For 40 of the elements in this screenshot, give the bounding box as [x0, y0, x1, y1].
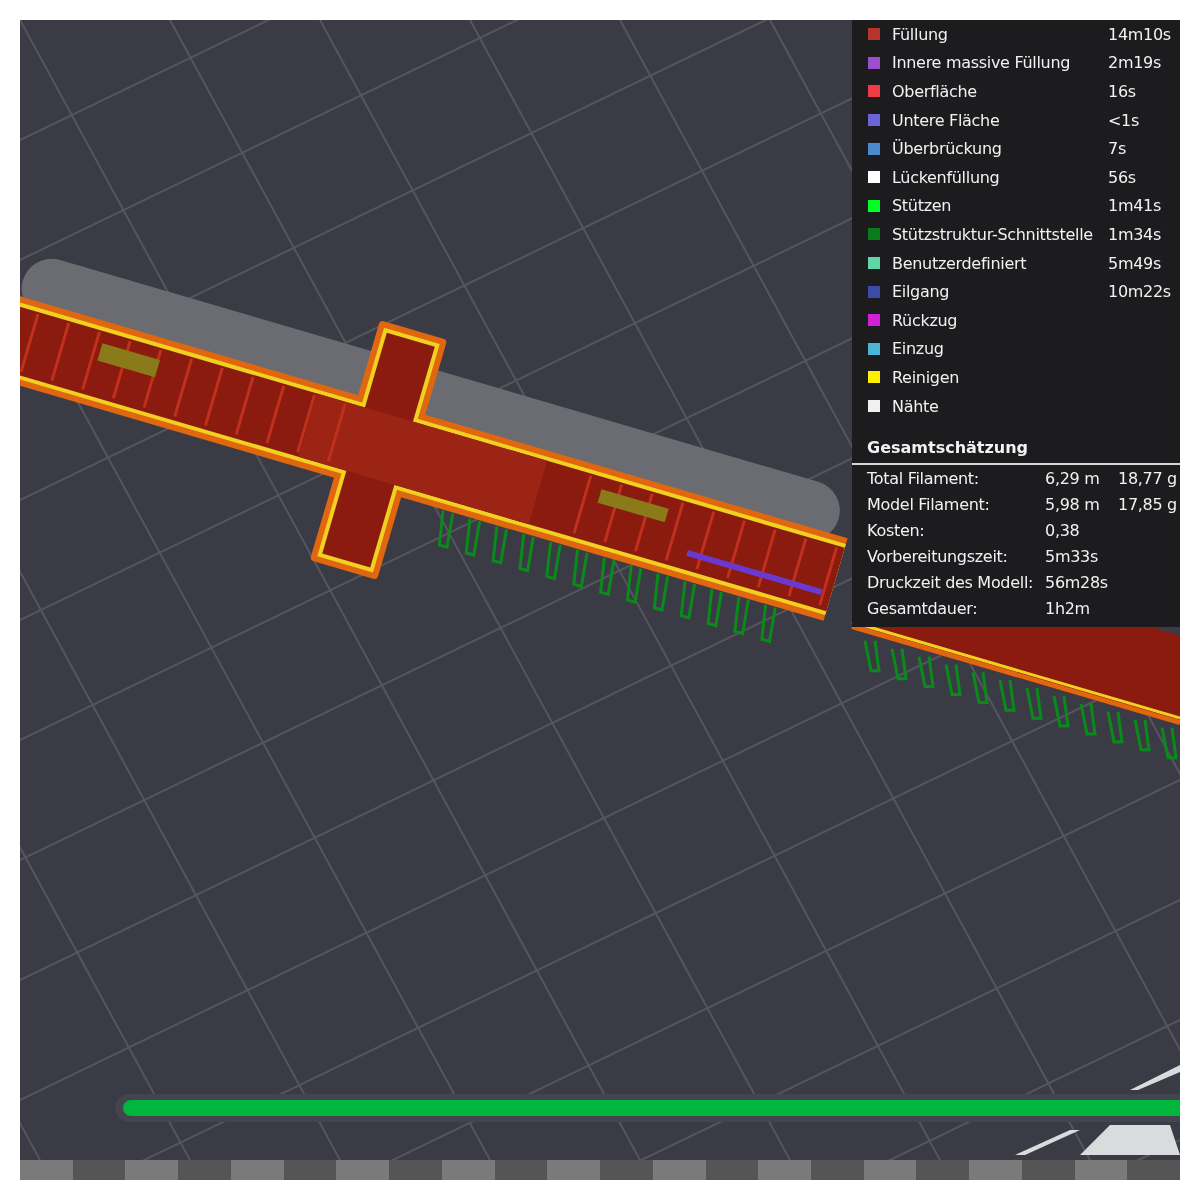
- legend-label: Einzug: [892, 339, 945, 359]
- estimate-value: 5m33s: [1045, 546, 1099, 566]
- legend-time: <1s: [1108, 110, 1141, 130]
- estimate-value: 0,38: [1045, 520, 1081, 540]
- legend-time: 7s: [1108, 139, 1127, 159]
- legend-label: Eilgang: [892, 282, 951, 302]
- estimate-label: Vorbereitungszeit:: [867, 546, 1009, 566]
- estimate-value: 1h2m: [1045, 598, 1091, 618]
- legend-time: 56s: [1108, 167, 1137, 187]
- estimate-label: Druckzeit des Modell:: [867, 572, 1035, 592]
- estimate-label: Model Filament:: [867, 494, 991, 514]
- legend-time: 1m41s: [1108, 196, 1162, 216]
- estimate-value: 18,77 g: [1118, 468, 1178, 488]
- legend-label: Oberfläche: [892, 82, 978, 101]
- legend-time: 2m19s: [1108, 53, 1162, 73]
- legend-label: Rückzug: [892, 310, 959, 330]
- legend-label: Überbrückung: [892, 139, 1003, 159]
- legend-time: 16s: [1108, 82, 1137, 101]
- legend-label: Untere Fläche: [892, 110, 1001, 130]
- estimate-value: 17,85 g: [1118, 494, 1178, 514]
- estimate-label: Total Filament:: [867, 468, 980, 488]
- legend-time: 14m10s: [1108, 24, 1172, 44]
- estimate-heading: Gesamtschätzung: [852, 428, 1180, 466]
- legend-time: 1m34s: [1108, 224, 1162, 244]
- estimate-value: 56m28s: [1045, 572, 1109, 592]
- legend-label: Stützstruktur-Schnittstelle: [892, 224, 1094, 244]
- estimate-label: Kosten:: [867, 520, 926, 540]
- estimate-value: 5,98 m: [1045, 494, 1101, 514]
- legend-label: Reinigen: [892, 367, 960, 387]
- legend-label: Nähte: [892, 396, 940, 416]
- estimate-label: Gesamtdauer:: [867, 598, 979, 618]
- legend-label: Füllung: [892, 24, 949, 44]
- legend-label: Lückenfüllung: [892, 167, 1001, 187]
- legend-label: Innere massive Füllung: [892, 53, 1072, 73]
- estimate-value: 6,29 m: [1045, 468, 1101, 488]
- legend-time: 5m49s: [1108, 253, 1162, 273]
- legend-label: Stützen: [892, 196, 953, 216]
- layer-slider[interactable]: [115, 1094, 1180, 1122]
- legend-label: Benutzerdefiniert: [892, 253, 1028, 273]
- legend-time: 10m22s: [1108, 282, 1172, 302]
